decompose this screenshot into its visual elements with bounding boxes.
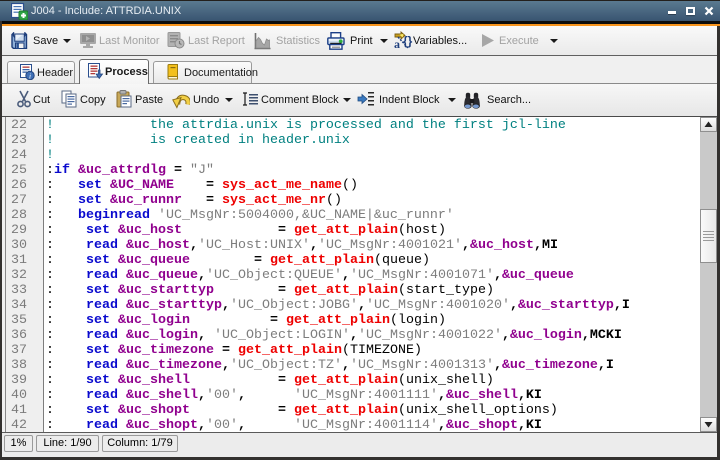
svg-text:{}: {} xyxy=(403,34,413,48)
svg-text:a: a xyxy=(394,37,400,50)
svg-text:i: i xyxy=(29,72,31,80)
